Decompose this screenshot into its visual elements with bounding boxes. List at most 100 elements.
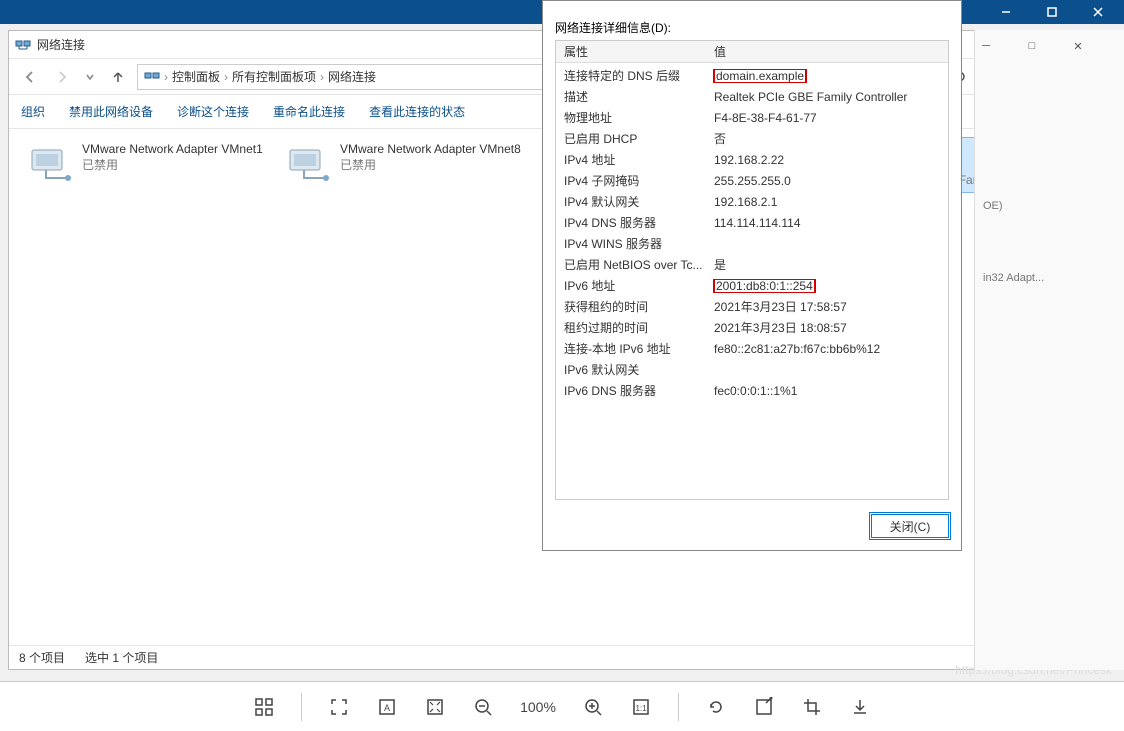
property-name: 已启用 NetBIOS over Tc...	[556, 256, 706, 273]
property-value: F4-8E-38-F4-61-77	[706, 111, 948, 125]
zoom-in-icon[interactable]	[582, 696, 604, 718]
property-row[interactable]: 物理地址F4-8E-38-F4-61-77	[556, 107, 948, 128]
property-row[interactable]: 租约过期的时间2021年3月23日 18:08:57	[556, 317, 948, 338]
close-button[interactable]	[1076, 0, 1120, 24]
property-name: 描述	[556, 88, 706, 105]
col-header-property[interactable]: 属性	[556, 43, 706, 60]
property-name: IPv6 DNS 服务器	[556, 382, 706, 399]
fullscreen-icon[interactable]	[328, 696, 350, 718]
property-row[interactable]: IPv4 DNS 服务器114.114.114.114	[556, 212, 948, 233]
property-value: 114.114.114.114	[706, 216, 948, 230]
property-value: 2021年3月23日 17:58:57	[706, 298, 948, 315]
properties-list[interactable]: 属性 值 连接特定的 DNS 后缀domain.example描述Realtek…	[555, 40, 949, 500]
selected-count: 选中 1 个项目	[85, 649, 158, 666]
up-button[interactable]	[105, 64, 131, 90]
property-value: 192.168.2.22	[706, 153, 948, 167]
breadcrumb-1[interactable]: 控制面板	[172, 68, 220, 85]
property-name: IPv4 地址	[556, 151, 706, 168]
property-name: IPv4 DNS 服务器	[556, 214, 706, 231]
property-row[interactable]: 描述Realtek PCIe GBE Family Controller	[556, 86, 948, 107]
background-window-controls: ─ □ ✕	[964, 34, 1100, 58]
bg-max-button[interactable]: □	[1010, 34, 1054, 58]
dialog-title	[543, 1, 961, 11]
rotate-icon[interactable]	[705, 696, 727, 718]
property-name: IPv6 地址	[556, 277, 706, 294]
breadcrumb-2[interactable]: 所有控制面板项	[232, 68, 316, 85]
property-row[interactable]: 已启用 NetBIOS over Tc...是	[556, 254, 948, 275]
col-header-value[interactable]: 值	[706, 43, 734, 60]
property-value: 255.255.255.0	[706, 174, 948, 188]
bg-min-button[interactable]: ─	[964, 34, 1008, 58]
forward-button[interactable]	[49, 64, 75, 90]
property-name: IPv4 默认网关	[556, 193, 706, 210]
property-row[interactable]: IPv6 地址2001:db8:0:1::254	[556, 275, 948, 296]
item-count: 8 个项目	[19, 649, 65, 666]
svg-text:1:1: 1:1	[635, 704, 647, 713]
property-row[interactable]: 已启用 DHCP否	[556, 128, 948, 149]
max-button[interactable]	[1030, 0, 1074, 24]
property-row[interactable]: 连接-本地 IPv6 地址fe80::2c81:a27b:f67c:bb6b%1…	[556, 338, 948, 359]
breadcrumb-3[interactable]: 网络连接	[328, 68, 376, 85]
edit-icon[interactable]	[753, 696, 775, 718]
diagnose-cmd[interactable]: 诊断这个连接	[177, 103, 249, 120]
property-name: 连接特定的 DNS 后缀	[556, 67, 706, 84]
connection-details-dialog: 网络连接详细信息(D): 属性 值 连接特定的 DNS 后缀domain.exa…	[542, 0, 962, 551]
disable-device-cmd[interactable]: 禁用此网络设备	[69, 103, 153, 120]
view-status-cmd[interactable]: 查看此连接的状态	[369, 103, 465, 120]
background-window: OE) in32 Adapt...	[974, 30, 1124, 670]
adapter-name: VMware Network Adapter VMnet1	[82, 142, 263, 158]
zoom-out-icon[interactable]	[472, 696, 494, 718]
property-value: 是	[706, 256, 948, 273]
property-name: IPv4 WINS 服务器	[556, 235, 706, 252]
property-value: fe80::2c81:a27b:f67c:bb6b%12	[706, 342, 948, 356]
adapter-status: 已禁用	[82, 158, 263, 174]
history-dropdown[interactable]	[81, 64, 99, 90]
property-value: 否	[706, 130, 948, 147]
dialog-heading: 网络连接详细信息(D):	[555, 19, 949, 36]
property-value: 2001:db8:0:1::254	[706, 279, 948, 293]
zoom-level: 100%	[520, 699, 556, 715]
property-row[interactable]: IPv4 默认网关192.168.2.1	[556, 191, 948, 212]
adapter-item[interactable]: VMware Network Adapter VMnet1已禁用	[21, 137, 271, 193]
organize-menu[interactable]: 组织	[21, 103, 45, 120]
bg-close-button[interactable]: ✕	[1056, 34, 1100, 58]
adapter-name: VMware Network Adapter VMnet8	[340, 142, 521, 158]
property-name: 已启用 DHCP	[556, 130, 706, 147]
adapter-icon	[26, 142, 74, 186]
property-name: 物理地址	[556, 109, 706, 126]
property-row[interactable]: 获得租约的时间2021年3月23日 17:58:57	[556, 296, 948, 317]
crop-icon[interactable]	[801, 696, 823, 718]
property-name: 租约过期的时间	[556, 319, 706, 336]
breadcrumb-home-icon	[144, 69, 160, 85]
property-value: Realtek PCIe GBE Family Controller	[706, 90, 948, 104]
close-dialog-button[interactable]: 关闭(C)	[871, 514, 949, 538]
property-value: fec0:0:0:1::1%1	[706, 384, 948, 398]
rename-cmd[interactable]: 重命名此连接	[273, 103, 345, 120]
status-bar: 8 个项目 选中 1 个项目	[9, 645, 1117, 669]
property-row[interactable]: IPv4 WINS 服务器	[556, 233, 948, 254]
ocr-icon[interactable]: A	[376, 696, 398, 718]
window-title: 网络连接	[37, 36, 85, 53]
property-row[interactable]: 连接特定的 DNS 后缀domain.example	[556, 65, 948, 86]
grid-icon[interactable]	[253, 696, 275, 718]
adapter-item[interactable]: VMware Network Adapter VMnet8已禁用	[279, 137, 529, 193]
peek-text-1: OE)	[983, 200, 1116, 212]
property-row[interactable]: IPv4 子网掩码255.255.255.0	[556, 170, 948, 191]
svg-text:A: A	[384, 703, 390, 713]
adapter-status: 已禁用	[340, 158, 521, 174]
property-row[interactable]: IPv6 默认网关	[556, 359, 948, 380]
property-row[interactable]: IPv4 地址192.168.2.22	[556, 149, 948, 170]
download-icon[interactable]	[849, 696, 871, 718]
property-row[interactable]: IPv6 DNS 服务器fec0:0:0:1::1%1	[556, 380, 948, 401]
min-button[interactable]	[984, 0, 1028, 24]
property-name: 连接-本地 IPv6 地址	[556, 340, 706, 357]
property-name: IPv6 默认网关	[556, 361, 706, 378]
adapter-icon	[284, 142, 332, 186]
fit-icon[interactable]	[424, 696, 446, 718]
viewer-toolbar: A 100% 1:1	[0, 681, 1124, 731]
property-name: IPv4 子网掩码	[556, 172, 706, 189]
property-name: 获得租约的时间	[556, 298, 706, 315]
back-button[interactable]	[17, 64, 43, 90]
actual-size-icon[interactable]: 1:1	[630, 696, 652, 718]
property-value: domain.example	[706, 69, 948, 83]
